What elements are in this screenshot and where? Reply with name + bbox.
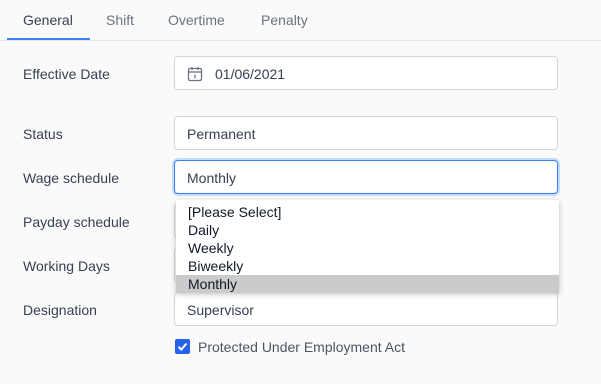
status-value: Permanent xyxy=(187,126,256,142)
wage-schedule-dropdown: [Please Select] Daily Weekly Biweekly Mo… xyxy=(176,200,559,293)
status-label: Status xyxy=(23,126,63,142)
protected-checkbox[interactable] xyxy=(175,339,190,354)
tab-shift[interactable]: Shift xyxy=(106,12,134,28)
designation-label: Designation xyxy=(23,302,97,318)
option-monthly[interactable]: Monthly xyxy=(176,275,559,293)
wage-schedule-label: Wage schedule xyxy=(23,170,119,186)
calendar-icon xyxy=(187,67,203,82)
effective-date-field[interactable]: 01/06/2021 xyxy=(174,56,558,90)
working-days-label: Working Days xyxy=(23,258,110,274)
wage-schedule-select[interactable]: Monthly xyxy=(174,160,558,194)
wage-schedule-value: Monthly xyxy=(187,170,237,186)
designation-value: Supervisor xyxy=(187,302,254,318)
option-biweekly[interactable]: Biweekly xyxy=(176,257,559,275)
effective-date-value: 01/06/2021 xyxy=(215,66,286,82)
tab-general[interactable]: General xyxy=(23,12,73,28)
option-weekly[interactable]: Weekly xyxy=(176,239,559,257)
tab-penalty[interactable]: Penalty xyxy=(261,12,308,28)
tab-overtime[interactable]: Overtime xyxy=(168,12,225,28)
payday-schedule-label: Payday schedule xyxy=(23,214,130,230)
protected-label: Protected Under Employment Act xyxy=(198,339,405,355)
option-please-select[interactable]: [Please Select] xyxy=(176,203,559,221)
designation-field[interactable]: Supervisor xyxy=(174,292,558,326)
active-tab-indicator xyxy=(7,38,90,40)
status-field[interactable]: Permanent xyxy=(174,116,558,150)
checkmark-icon xyxy=(177,342,188,351)
effective-date-label: Effective Date xyxy=(23,66,110,82)
tab-bar: General Shift Overtime Penalty xyxy=(0,0,601,41)
option-daily[interactable]: Daily xyxy=(176,221,559,239)
